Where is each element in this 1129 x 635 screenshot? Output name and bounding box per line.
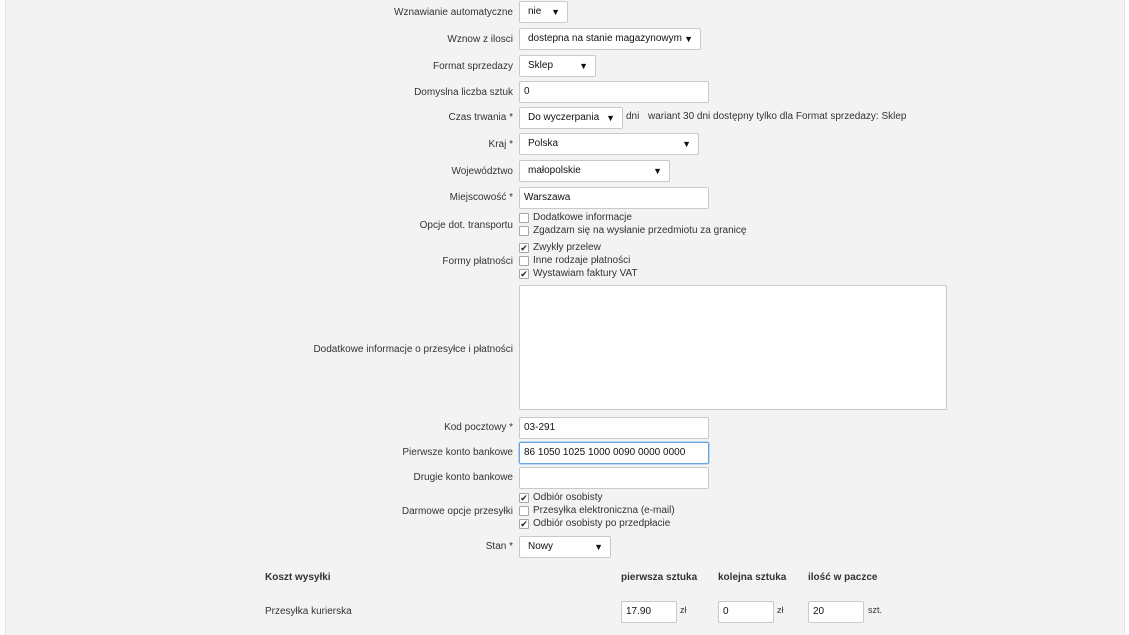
transport-option-dodatkowe[interactable]: Dodatkowe informacje xyxy=(519,212,632,224)
czas-note: wariant 30 dni dostępny tylko dla Format… xyxy=(648,111,907,122)
kraj-value: Polska xyxy=(528,138,559,149)
checkbox[interactable] xyxy=(519,506,529,516)
konto1-input[interactable]: 86 1050 1025 1000 0090 0000 0000 xyxy=(519,442,709,464)
platnosci-label: Formy płatności xyxy=(442,256,513,267)
darmowe-option-przedplata[interactable]: ✔ Odbiór osobisty po przedpłacie xyxy=(519,518,670,530)
shipping-next-input[interactable]: 0 xyxy=(718,601,774,623)
stan-select[interactable]: Nowy ▼ xyxy=(519,536,611,558)
format-select[interactable]: Sklep ▼ xyxy=(519,55,596,77)
chevron-down-icon: ▼ xyxy=(606,113,615,123)
woj-value: małopolskie xyxy=(528,165,581,176)
checkbox[interactable] xyxy=(519,213,529,223)
czas-unit: dni xyxy=(626,111,640,122)
shipping-header-name: Koszt wysyłki xyxy=(265,572,331,583)
czas-select[interactable]: Do wyczerpania ▼ xyxy=(519,107,623,129)
woj-select[interactable]: małopolskie ▼ xyxy=(519,160,670,182)
chevron-down-icon: ▼ xyxy=(594,542,603,552)
shipping-header-next: kolejna sztuka xyxy=(718,572,787,583)
wznawianie-label: Wznawianie automatyczne xyxy=(394,7,513,18)
format-label: Format sprzedazy xyxy=(432,61,513,72)
shipping-qty-unit: szt. xyxy=(868,605,883,615)
wznow-value: dostepna na stanie magazynowym xyxy=(528,33,682,44)
liczba-input[interactable]: 0 xyxy=(519,81,709,103)
wznawianie-value: nie xyxy=(528,6,542,17)
shipping-qty-input[interactable]: 20 xyxy=(808,601,864,623)
chevron-down-icon: ▼ xyxy=(653,166,662,176)
format-value: Sklep xyxy=(528,60,554,71)
shipping-first-unit: zł xyxy=(680,605,687,615)
shipping-row-name: Przesyłka kurierska xyxy=(265,606,352,617)
darmowe-option-email[interactable]: Przesyłka elektroniczna (e-mail) xyxy=(519,505,675,517)
stan-label: Stan * xyxy=(485,541,513,552)
czas-label: Czas trwania * xyxy=(448,112,513,123)
darmowe-label: Darmowe opcje przesyłki xyxy=(401,506,513,517)
check-icon[interactable]: ✔ xyxy=(519,493,529,503)
liczba-label: Domyslna liczba sztuk xyxy=(414,87,513,98)
platnosci-option-przelew[interactable]: ✔ Zwykły przelew xyxy=(519,242,601,254)
shipping-header-first: pierwsza sztuka xyxy=(621,572,698,583)
darmowe-option-osobisty[interactable]: ✔ Odbiór osobisty xyxy=(519,492,602,504)
check-icon[interactable]: ✔ xyxy=(519,243,529,253)
checkbox[interactable] xyxy=(519,226,529,236)
kraj-label: Kraj * xyxy=(488,139,513,150)
konto1-label: Pierwsze konto bankowe xyxy=(402,447,513,458)
wznow-select[interactable]: dostepna na stanie magazynowym ▼ xyxy=(519,28,701,50)
czas-value: Do wyczerpania xyxy=(528,112,600,123)
chevron-down-icon: ▼ xyxy=(684,34,693,44)
konto2-input[interactable] xyxy=(519,467,709,489)
platnosci-option-vat[interactable]: ✔ Wystawiam faktury VAT xyxy=(519,268,638,280)
chevron-down-icon: ▼ xyxy=(551,7,560,17)
check-icon[interactable]: ✔ xyxy=(519,519,529,529)
wznow-label: Wznow z ilosci xyxy=(447,34,513,45)
kod-input[interactable]: 03-291 xyxy=(519,417,709,439)
shipping-first-input[interactable]: 17.90 xyxy=(621,601,677,623)
chevron-down-icon: ▼ xyxy=(682,139,691,149)
wznawianie-select[interactable]: nie ▼ xyxy=(519,1,568,23)
stan-value: Nowy xyxy=(528,541,554,552)
shipping-header-qty: ilość w paczce xyxy=(808,572,878,583)
dodatkowe-textarea[interactable] xyxy=(519,285,947,410)
dodatkowe-label: Dodatkowe informacje o przesyłce i płatn… xyxy=(313,344,513,355)
shipping-next-unit: zł xyxy=(777,605,784,615)
transport-option-zagranica[interactable]: Zgadzam się na wysłanie przedmiotu za gr… xyxy=(519,225,746,237)
check-icon[interactable]: ✔ xyxy=(519,269,529,279)
platnosci-option-inne[interactable]: Inne rodzaje płatności xyxy=(519,255,630,267)
konto2-label: Drugie konto bankowe xyxy=(413,472,513,483)
kod-label: Kod pocztowy * xyxy=(444,422,513,433)
miasto-label: Miejscowość * xyxy=(449,192,513,203)
checkbox[interactable] xyxy=(519,256,529,266)
woj-label: Województwo xyxy=(451,166,513,177)
miasto-input[interactable]: Warszawa xyxy=(519,187,709,209)
kraj-select[interactable]: Polska ▼ xyxy=(519,133,699,155)
transport-label: Opcje dot. transportu xyxy=(419,220,513,231)
chevron-down-icon: ▼ xyxy=(579,61,588,71)
